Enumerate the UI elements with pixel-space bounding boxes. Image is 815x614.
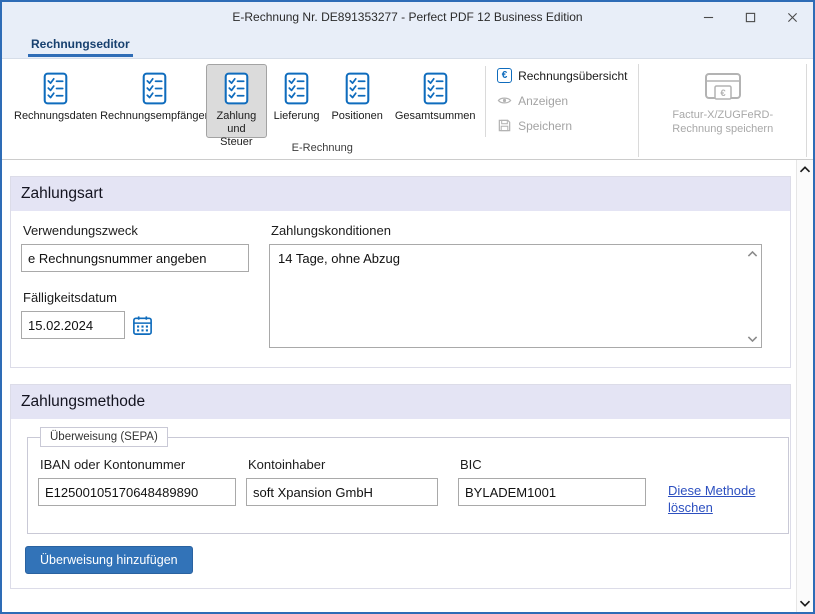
scrollbar-track[interactable] xyxy=(797,178,813,594)
section-zahlungsart: Zahlungsart Verwendungszweck Fälligkeits… xyxy=(10,176,791,368)
iban-label: IBAN oder Kontonummer xyxy=(40,457,236,472)
titlebar: E-Rechnung Nr. DE891353277 - Perfect PDF… xyxy=(2,2,813,32)
ribbon-button-label: Factur-X/ZUGFeRD-Rechnung speichern xyxy=(649,109,796,137)
anzeigen-eye-icon xyxy=(497,93,512,108)
ribbon-button-label: Gesamtsummen xyxy=(395,110,476,123)
window-controls xyxy=(687,2,813,32)
textarea-scroll-down-icon[interactable] xyxy=(747,335,758,343)
kontoinhaber-label: Kontoinhaber xyxy=(248,457,438,472)
ribbon-separator xyxy=(806,64,807,157)
ribbon-button-label: Rechnungsübersicht xyxy=(518,69,627,83)
checklist-doc-icon xyxy=(37,70,74,107)
ribbon-button-zahlung-und-steuer[interactable]: Zahlung und Steuer xyxy=(206,64,266,138)
section-title: Zahlungsart xyxy=(11,177,790,211)
ribbon-button-speichern[interactable]: Speichern xyxy=(492,116,632,135)
scroll-up-button[interactable] xyxy=(797,160,813,178)
tab-rechnungseditor[interactable]: Rechnungseditor xyxy=(28,35,133,58)
delete-method-link[interactable]: Diese Methode löschen xyxy=(668,483,778,517)
calendar-picker-button[interactable] xyxy=(129,312,155,338)
ribbon-button-label: Anzeigen xyxy=(518,94,568,108)
ribbon-button-rechnungsuebersicht[interactable]: € Rechnungsübersicht xyxy=(492,66,632,85)
iban-input[interactable] xyxy=(38,478,236,506)
checklist-doc-icon xyxy=(218,70,255,107)
euro-icon: € xyxy=(497,68,512,83)
ribbon-button-lieferung[interactable]: Lieferung xyxy=(269,64,325,138)
ribbon-button-label: Positionen xyxy=(331,110,382,123)
ribbon-button-positionen[interactable]: Positionen xyxy=(326,64,387,138)
ribbon-separator xyxy=(485,66,486,137)
textarea-scroll-up-icon[interactable] xyxy=(747,250,758,258)
ribbon-button-label: Rechnungsempfänger xyxy=(100,110,208,123)
minimize-icon xyxy=(703,12,714,23)
ribbon-tab-row: Rechnungseditor xyxy=(2,32,813,58)
ribbon-button-gesamtsummen[interactable]: Gesamtsummen xyxy=(390,64,481,138)
bic-input[interactable] xyxy=(458,478,646,506)
verwendungszweck-input[interactable] xyxy=(21,244,249,272)
minimize-button[interactable] xyxy=(687,2,729,32)
save-floppy-icon xyxy=(497,118,512,133)
vertical-scrollbar[interactable] xyxy=(796,160,813,612)
maximize-icon xyxy=(745,12,756,23)
faelligkeitsdatum-label: Fälligkeitsdatum xyxy=(23,290,253,305)
app-window: E-Rechnung Nr. DE891353277 - Perfect PDF… xyxy=(0,0,815,614)
ribbon-group-erechnung: Rechnungsdaten Rechnungsempfänger Zahlun… xyxy=(8,62,636,159)
section-title: Zahlungsmethode xyxy=(11,385,790,419)
checklist-doc-icon xyxy=(278,70,315,107)
add-ueberweisung-button[interactable]: Überweisung hinzufügen xyxy=(25,546,193,574)
editor-content: Zahlungsart Verwendungszweck Fälligkeits… xyxy=(2,160,813,612)
ribbon-button-label: Lieferung xyxy=(274,110,320,123)
section-zahlungsmethode: Zahlungsmethode Überweisung (SEPA) IBAN … xyxy=(10,384,791,589)
ribbon-side-buttons: € Rechnungsübersicht Anzeigen Speichern xyxy=(488,62,636,139)
zahlungskonditionen-textarea[interactable]: 14 Tage, ohne Abzug xyxy=(269,244,762,348)
bic-label: BIC xyxy=(460,457,646,472)
ribbon: Rechnungsdaten Rechnungsempfänger Zahlun… xyxy=(2,58,813,160)
ribbon-button-anzeigen[interactable]: Anzeigen xyxy=(492,91,632,110)
maximize-button[interactable] xyxy=(729,2,771,32)
checklist-doc-icon xyxy=(339,70,376,107)
close-button[interactable] xyxy=(771,2,813,32)
ueberweisung-sepa-legend: Überweisung (SEPA) xyxy=(40,427,168,447)
ribbon-button-label: Speichern xyxy=(518,119,572,133)
ueberweisung-sepa-group: Überweisung (SEPA) IBAN oder Kontonummer… xyxy=(27,427,789,534)
chevron-down-icon xyxy=(799,599,811,608)
zahlungskonditionen-label: Zahlungskonditionen xyxy=(271,223,762,238)
ribbon-group-label: E-Rechnung xyxy=(8,141,636,159)
ribbon-separator xyxy=(638,64,639,157)
ribbon-button-facturx-speichern[interactable]: Factur-X/ZUGFeRD-Rechnung speichern xyxy=(641,62,804,159)
kontoinhaber-input[interactable] xyxy=(246,478,438,506)
chevron-up-icon xyxy=(799,165,811,174)
ribbon-button-rechnungsdaten[interactable]: Rechnungsdaten xyxy=(9,64,102,138)
close-icon xyxy=(787,12,798,23)
ribbon-button-label: Rechnungsdaten xyxy=(14,110,97,123)
checklist-doc-icon xyxy=(136,70,173,107)
ribbon-button-rechnungsempfaenger[interactable]: Rechnungsempfänger xyxy=(104,64,204,138)
faelligkeitsdatum-input[interactable] xyxy=(21,311,125,339)
facturx-euro-icon xyxy=(701,69,745,105)
calendar-icon xyxy=(131,314,154,337)
scroll-down-button[interactable] xyxy=(797,594,813,612)
checklist-doc-icon xyxy=(417,70,454,107)
verwendungszweck-label: Verwendungszweck xyxy=(23,223,253,238)
